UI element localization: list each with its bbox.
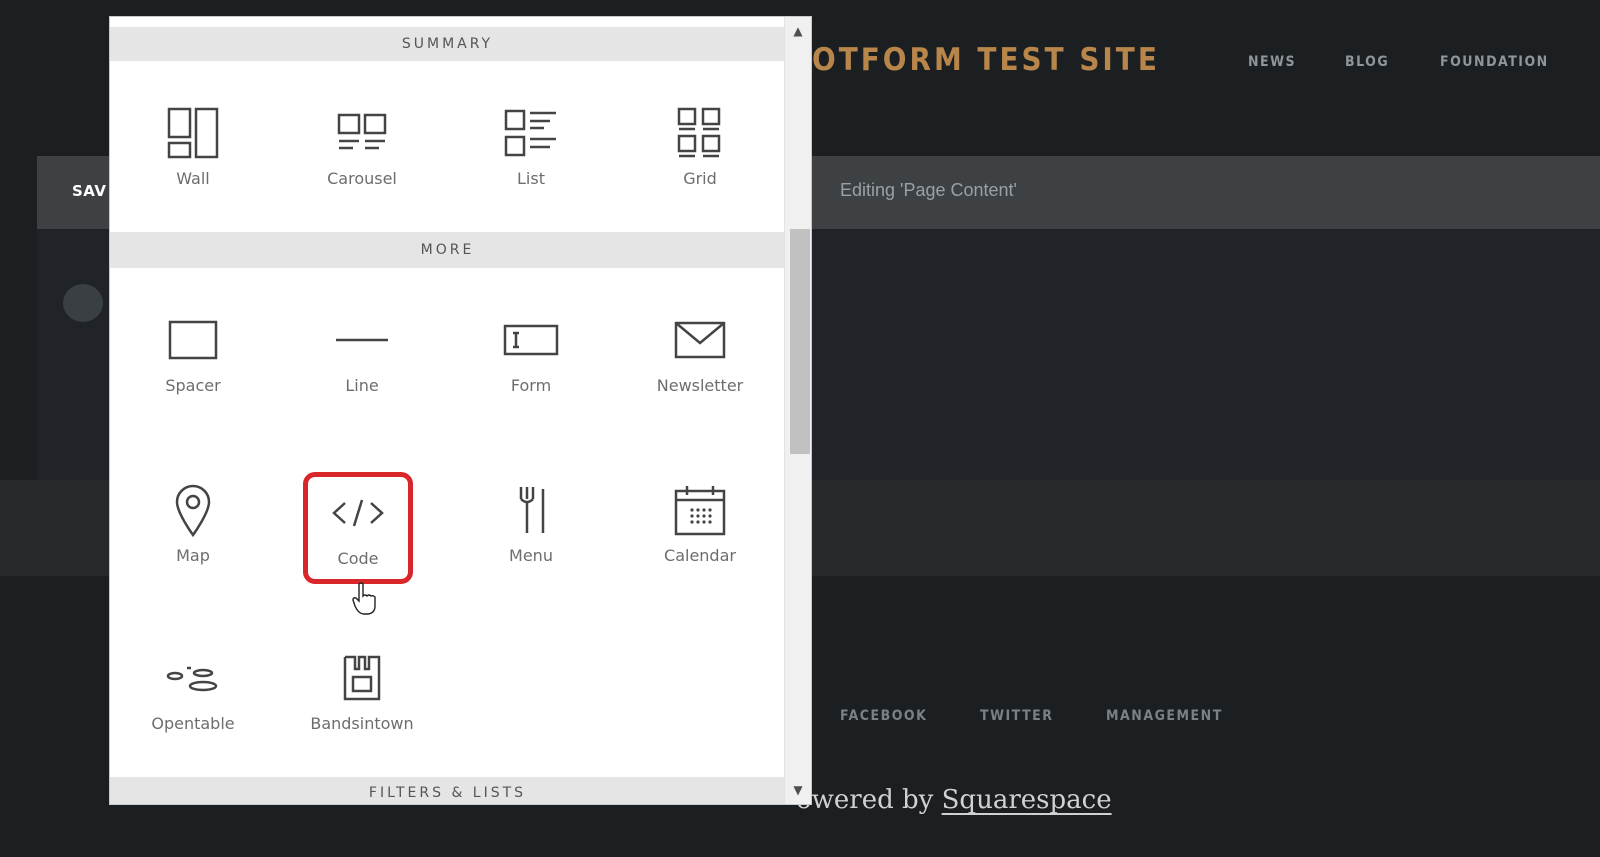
nav-blog[interactable]: BLOG [1345,54,1389,70]
block-list[interactable]: List [476,97,586,209]
site-title[interactable]: OTFORM TEST SITE [812,42,1160,78]
scroll-down-icon[interactable]: ▼ [785,780,811,800]
block-form[interactable]: Form [476,304,586,416]
grid-icon [645,97,755,169]
footer-link-twitter[interactable]: TWITTER [980,708,1054,724]
block-wall[interactable]: Wall [138,97,248,209]
block-picker-panel: SUMMARY Wall Carousel List Grid MORE Spa… [109,16,812,805]
scrollbar-thumb[interactable] [790,229,810,454]
carousel-icon [307,97,417,169]
block-newsletter[interactable]: Newsletter [645,304,755,416]
fork-knife-icon [476,474,586,546]
block-carousel[interactable]: Carousel [307,97,417,209]
block-label: List [517,169,545,188]
picker-scrollbar[interactable]: ▲ ▼ [784,17,811,804]
block-label: Grid [683,169,717,188]
powered-by: owered by Squarespace [796,785,1112,815]
section-filters-header: FILTERS & LISTS [110,777,785,804]
block-label: Map [176,546,210,565]
footer-link-management[interactable]: MANAGEMENT [1106,708,1223,724]
squarespace-link[interactable]: Squarespace [942,785,1112,815]
block-label: Opentable [151,714,235,733]
block-label: Newsletter [656,376,744,395]
editing-label: Editing 'Page Content' [840,180,1017,200]
block-label: Line [345,376,379,395]
spacer-icon [138,304,248,376]
code-icon [308,477,408,549]
section-more-header: MORE [110,232,785,268]
block-spacer[interactable]: Spacer [138,304,248,416]
map-pin-icon [138,474,248,546]
wall-icon [138,97,248,169]
block-label: Menu [509,546,553,565]
block-label: Form [510,376,552,395]
line-icon [307,304,417,376]
block-label: Bandsintown [310,714,414,733]
block-calendar[interactable]: Calendar [645,474,755,586]
list-icon [476,97,586,169]
nav-foundation[interactable]: FOUNDATION [1440,54,1549,70]
block-menu[interactable]: Menu [476,474,586,586]
block-picker-list[interactable]: SUMMARY Wall Carousel List Grid MORE Spa… [110,17,785,804]
content-dot-handle[interactable] [63,284,103,322]
block-grid[interactable]: Grid [645,97,755,209]
section-summary-header: SUMMARY [110,27,785,61]
block-bandsintown[interactable]: Bandsintown [307,642,417,754]
block-label: Code [337,549,379,568]
opentable-icon [138,642,248,714]
block-map[interactable]: Map [138,474,248,586]
block-label: Calendar [664,546,736,565]
calendar-icon [645,474,755,546]
powered-by-text: owered by [796,785,934,815]
nav-news[interactable]: NEWS [1248,54,1296,70]
block-code[interactable]: Code [303,472,413,584]
block-label: Wall [176,169,210,188]
envelope-icon [645,304,755,376]
bandsintown-icon [307,642,417,714]
save-button[interactable]: SAV [72,182,107,200]
block-label: Spacer [165,376,221,395]
form-icon [476,304,586,376]
footer-link-facebook[interactable]: FACEBOOK [840,708,927,724]
block-line[interactable]: Line [307,304,417,416]
scroll-up-icon[interactable]: ▲ [785,21,811,41]
block-label: Carousel [327,169,397,188]
block-opentable[interactable]: Opentable [138,642,248,754]
